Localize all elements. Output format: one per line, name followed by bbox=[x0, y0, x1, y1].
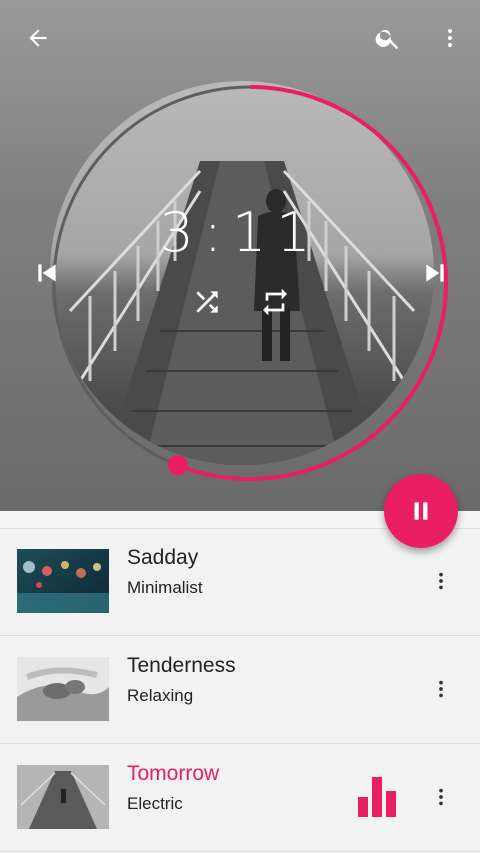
track-title: Sadday bbox=[127, 546, 199, 569]
elapsed-time: 3:11 bbox=[159, 201, 321, 264]
progress-ring[interactable] bbox=[46, 79, 454, 487]
more-vert-icon[interactable] bbox=[424, 780, 458, 814]
track-title: Tomorrow bbox=[127, 762, 220, 785]
track-thumbnail bbox=[17, 765, 109, 829]
track-title: Tenderness bbox=[127, 654, 236, 677]
search-icon[interactable] bbox=[364, 14, 412, 62]
playlist: Sadday Minimalist Tenderness Relaxing To… bbox=[0, 528, 480, 852]
shuffle-icon[interactable] bbox=[184, 279, 230, 325]
more-vert-icon[interactable] bbox=[424, 672, 458, 706]
track-genre: Relaxing bbox=[127, 686, 194, 705]
equalizer-icon bbox=[358, 777, 396, 817]
more-vert-icon[interactable] bbox=[426, 14, 474, 62]
track-genre: Electric bbox=[127, 794, 183, 813]
pause-icon bbox=[414, 502, 428, 520]
track-thumbnail bbox=[17, 549, 109, 613]
track-thumbnail bbox=[17, 657, 109, 721]
player-hero: 3:11 bbox=[0, 0, 480, 511]
pause-button[interactable] bbox=[384, 474, 458, 548]
top-app-bar bbox=[0, 0, 480, 76]
repeat-icon[interactable] bbox=[252, 279, 298, 325]
more-vert-icon[interactable] bbox=[424, 564, 458, 598]
skip-next-icon[interactable] bbox=[412, 250, 458, 296]
track-genre: Minimalist bbox=[127, 578, 203, 597]
list-item-now-playing[interactable]: Tomorrow Electric bbox=[0, 744, 480, 852]
back-arrow-icon[interactable] bbox=[14, 14, 62, 62]
list-item[interactable]: Tenderness Relaxing bbox=[0, 636, 480, 744]
skip-previous-icon[interactable] bbox=[24, 250, 70, 296]
